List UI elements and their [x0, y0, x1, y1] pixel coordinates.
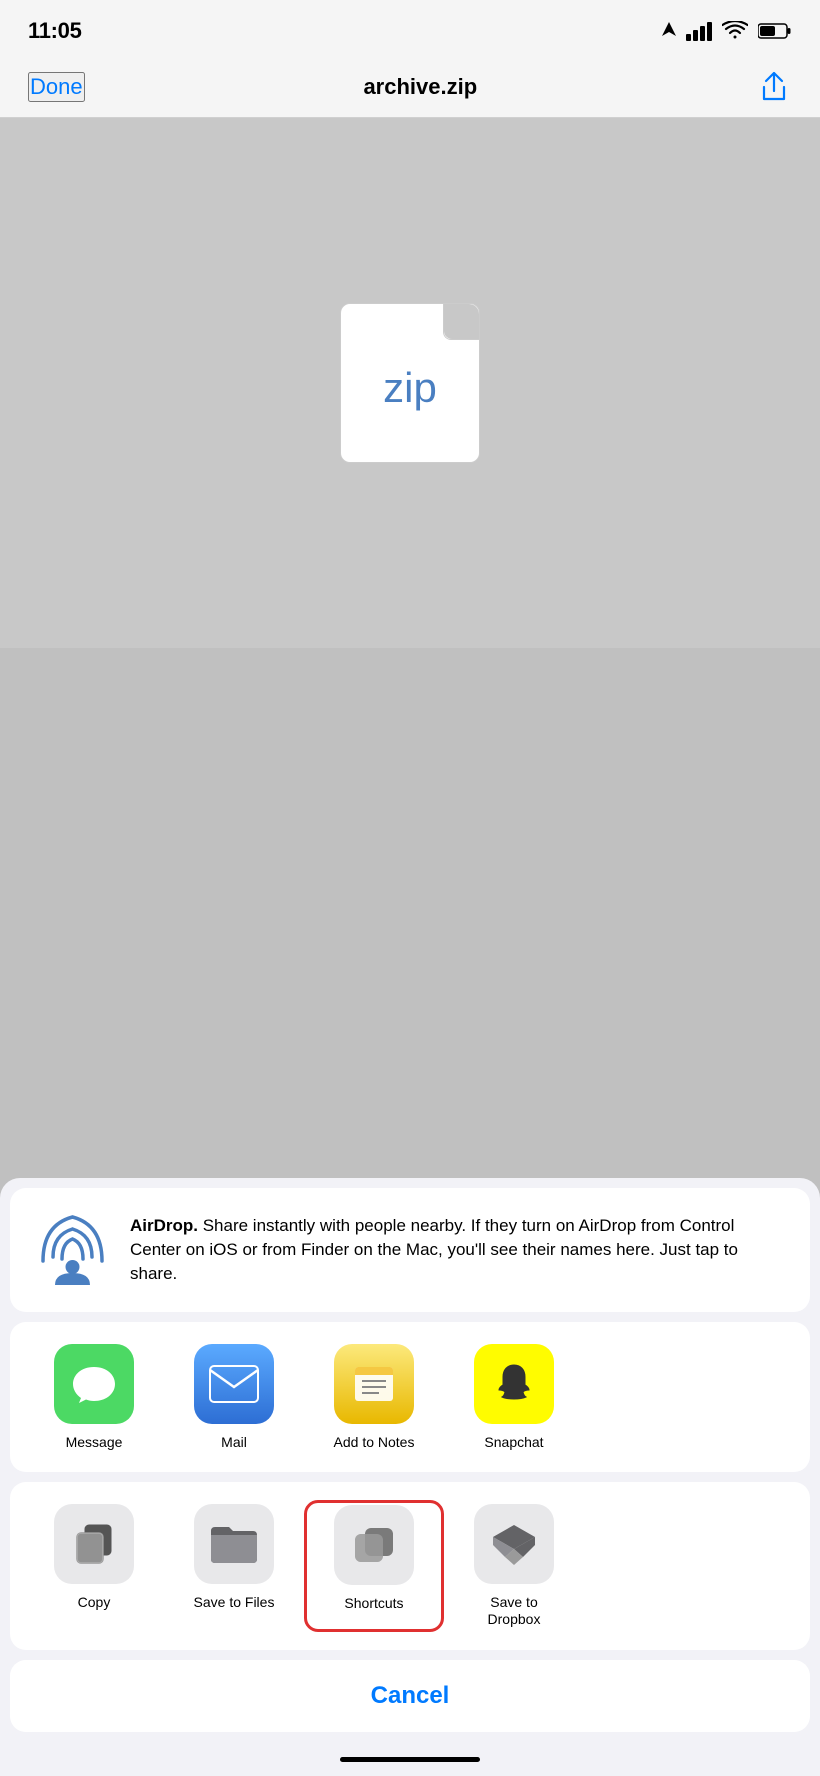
- mail-label: Mail: [221, 1434, 247, 1451]
- app-row-section: Message Mail: [10, 1322, 810, 1473]
- copy-icon: [71, 1521, 117, 1567]
- battery-icon: [758, 22, 792, 40]
- snapchat-icon: [489, 1359, 539, 1409]
- signal-icon: [686, 21, 712, 41]
- share-button[interactable]: [756, 69, 792, 105]
- main-content: zip: [0, 118, 820, 648]
- share-sheet: AirDrop. Share instantly with people nea…: [0, 1178, 820, 1776]
- status-bar: 11:05: [0, 0, 820, 56]
- status-icons: [662, 21, 792, 41]
- wifi-icon: [722, 21, 748, 41]
- notes-icon: [349, 1359, 399, 1409]
- airdrop-logo: [35, 1215, 110, 1285]
- zip-page: zip: [340, 303, 480, 463]
- location-icon: [662, 22, 676, 40]
- message-app-icon: [54, 1344, 134, 1424]
- home-bar: [340, 1757, 480, 1762]
- nav-title: archive.zip: [363, 74, 477, 100]
- copy-label: Copy: [78, 1594, 111, 1611]
- airdrop-section[interactable]: AirDrop. Share instantly with people nea…: [10, 1188, 810, 1312]
- app-item-message[interactable]: Message: [24, 1340, 164, 1455]
- share-icon: [760, 71, 788, 103]
- message-label: Message: [66, 1434, 123, 1451]
- app-item-snapchat[interactable]: Snapchat: [444, 1340, 584, 1455]
- nav-bar: Done archive.zip: [0, 56, 820, 118]
- notes-label: Add to Notes: [334, 1434, 415, 1451]
- dropbox-icon: [489, 1521, 539, 1567]
- app-row: Message Mail: [10, 1340, 810, 1455]
- status-time: 11:05: [28, 18, 82, 44]
- action-item-shortcuts[interactable]: Shortcuts: [304, 1500, 444, 1632]
- copy-action-icon: [54, 1504, 134, 1584]
- cancel-section: Cancel: [10, 1660, 810, 1732]
- snapchat-app-icon: [474, 1344, 554, 1424]
- shortcuts-action-icon: [334, 1505, 414, 1585]
- save-files-action-icon: [194, 1504, 274, 1584]
- message-icon: [71, 1361, 117, 1407]
- airdrop-description: AirDrop. Share instantly with people nea…: [130, 1214, 788, 1285]
- zip-label: zip: [383, 364, 437, 412]
- share-panel: AirDrop. Share instantly with people nea…: [0, 1178, 820, 1776]
- folder-icon: [209, 1521, 259, 1567]
- actions-row-section: Copy Save to Files: [10, 1482, 810, 1650]
- done-button[interactable]: Done: [28, 72, 85, 102]
- home-indicator: [0, 1742, 820, 1776]
- cancel-button[interactable]: Cancel: [10, 1660, 810, 1732]
- app-item-mail[interactable]: Mail: [164, 1340, 304, 1455]
- save-files-label: Save to Files: [194, 1594, 275, 1611]
- dropbox-label: Save toDropbox: [488, 1594, 541, 1628]
- shortcuts-icon: [349, 1520, 399, 1570]
- actions-row: Copy Save to Files: [10, 1500, 810, 1632]
- airdrop-icon: [32, 1210, 112, 1290]
- notes-app-icon: [334, 1344, 414, 1424]
- zip-file-icon: zip: [340, 303, 480, 463]
- action-item-save-files[interactable]: Save to Files: [164, 1500, 304, 1632]
- action-item-dropbox[interactable]: Save toDropbox: [444, 1500, 584, 1632]
- app-item-notes[interactable]: Add to Notes: [304, 1340, 444, 1455]
- mail-app-icon: [194, 1344, 274, 1424]
- mail-icon: [209, 1365, 259, 1403]
- action-item-copy[interactable]: Copy: [24, 1500, 164, 1632]
- shortcuts-label: Shortcuts: [344, 1595, 403, 1612]
- snapchat-label: Snapchat: [484, 1434, 543, 1451]
- dropbox-action-icon: [474, 1504, 554, 1584]
